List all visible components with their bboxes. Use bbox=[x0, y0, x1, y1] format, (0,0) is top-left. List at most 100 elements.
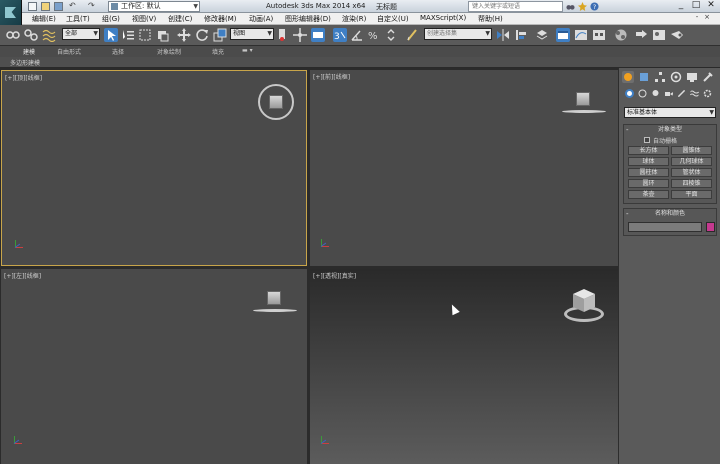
pivot-center-icon[interactable] bbox=[276, 28, 290, 42]
open-file-icon[interactable] bbox=[41, 2, 50, 11]
workspace-dropdown[interactable]: 工作区: 默认 ▼ bbox=[108, 1, 200, 12]
hierarchy-tab-icon[interactable] bbox=[654, 71, 666, 83]
pyramid-button[interactable]: 四棱锥 bbox=[671, 179, 712, 188]
space-warps-icon[interactable] bbox=[690, 89, 699, 98]
ribbon-options-button[interactable]: ▬ ▾ bbox=[242, 47, 253, 54]
plane-button[interactable]: 平面 bbox=[671, 190, 712, 199]
tab-modeling[interactable]: 建模 bbox=[23, 47, 35, 56]
viewport-front-label[interactable]: [+][前][线框] bbox=[313, 72, 350, 81]
material-editor-icon[interactable] bbox=[614, 28, 628, 42]
keyboard-shortcut-icon[interactable] bbox=[311, 28, 325, 42]
maximize-icon[interactable]: □ bbox=[689, 0, 703, 12]
viewport-left[interactable]: [+][左][线框] bbox=[1, 269, 307, 464]
binoculars-icon[interactable] bbox=[566, 2, 575, 11]
window-crossing-icon[interactable] bbox=[155, 28, 169, 42]
graphite-tools-icon[interactable] bbox=[556, 28, 570, 42]
rectangle-selection-icon[interactable] bbox=[138, 28, 152, 42]
helpers-icon[interactable] bbox=[677, 89, 686, 98]
torus-button[interactable]: 圆环 bbox=[628, 179, 669, 188]
angle-snap-icon[interactable] bbox=[350, 28, 364, 42]
autogrid-checkbox[interactable] bbox=[644, 137, 650, 143]
object-color-swatch[interactable] bbox=[706, 222, 715, 232]
box-button[interactable]: 长方体 bbox=[628, 146, 669, 155]
undo-icon[interactable]: ↶ bbox=[69, 1, 76, 10]
viewport-front[interactable]: [+][前][线框] bbox=[310, 70, 618, 266]
mirror-icon[interactable] bbox=[496, 28, 510, 42]
viewcube-icon[interactable] bbox=[258, 84, 294, 120]
layer-manager-icon[interactable] bbox=[535, 28, 549, 42]
viewport-left-label[interactable]: [+][左][线框] bbox=[4, 271, 41, 280]
geometry-icon[interactable] bbox=[625, 89, 634, 98]
tab-populate[interactable]: 填充 bbox=[212, 47, 224, 56]
menu-tools[interactable]: 工具(T) bbox=[66, 14, 90, 24]
menu-views[interactable]: 视图(V) bbox=[132, 14, 156, 24]
viewport-top-label[interactable]: [+][顶][线框] bbox=[5, 73, 42, 82]
snaps-toggle-icon[interactable]: 3 bbox=[333, 28, 347, 42]
rendered-frame-icon[interactable] bbox=[652, 28, 666, 42]
selection-filter-dropdown[interactable]: 全部 ▼ bbox=[62, 28, 100, 40]
redo-icon[interactable]: ↷ bbox=[88, 1, 95, 10]
create-tab-icon[interactable] bbox=[622, 71, 634, 83]
viewport-perspective[interactable]: [+][透视][真实] bbox=[310, 269, 618, 464]
cone-button[interactable]: 圆锥体 bbox=[671, 146, 712, 155]
tube-button[interactable]: 管状体 bbox=[671, 168, 712, 177]
display-tab-icon[interactable] bbox=[686, 71, 698, 83]
app-logo-button[interactable] bbox=[0, 0, 22, 27]
close-icon[interactable]: ✕ bbox=[704, 0, 718, 12]
tab-selection[interactable]: 选择 bbox=[112, 47, 124, 56]
menu-help[interactable]: 帮助(H) bbox=[478, 14, 503, 24]
modify-tab-icon[interactable] bbox=[638, 71, 650, 83]
reference-coordinate-dropdown[interactable]: 视图 ▼ bbox=[230, 28, 274, 40]
doc-minimize-icon[interactable]: - bbox=[692, 13, 702, 21]
render-production-icon[interactable] bbox=[670, 28, 684, 42]
bind-space-warp-icon[interactable] bbox=[42, 28, 56, 42]
object-type-header[interactable]: - 对象类型 bbox=[624, 125, 716, 135]
help-icon[interactable]: ? bbox=[590, 2, 599, 11]
menu-create[interactable]: 创建(C) bbox=[168, 14, 192, 24]
select-object-icon[interactable] bbox=[104, 28, 118, 42]
menu-modifiers[interactable]: 修改器(M) bbox=[204, 14, 237, 24]
star-icon[interactable] bbox=[578, 2, 587, 11]
viewcube-icon[interactable] bbox=[253, 291, 297, 315]
schematic-view-icon[interactable] bbox=[592, 28, 606, 42]
geosphere-button[interactable]: 几何球体 bbox=[671, 157, 712, 166]
cameras-icon[interactable] bbox=[664, 89, 673, 98]
cylinder-button[interactable]: 圆柱体 bbox=[628, 168, 669, 177]
systems-icon[interactable] bbox=[703, 89, 712, 98]
sphere-button[interactable]: 球体 bbox=[628, 157, 669, 166]
named-selection-dropdown[interactable]: 创建选择集 ▼ bbox=[424, 28, 492, 40]
scale-icon[interactable] bbox=[213, 28, 227, 42]
tab-object-paint[interactable]: 对象绘制 bbox=[157, 47, 181, 56]
viewcube-icon[interactable] bbox=[562, 92, 606, 116]
curve-editor-icon[interactable] bbox=[574, 28, 588, 42]
select-and-link-icon[interactable] bbox=[6, 28, 20, 42]
menu-group[interactable]: 组(G) bbox=[102, 14, 120, 24]
viewcube-icon[interactable] bbox=[564, 288, 606, 324]
move-icon[interactable] bbox=[177, 28, 191, 42]
menu-rendering[interactable]: 渲染(R) bbox=[342, 14, 366, 24]
minimize-icon[interactable]: _ bbox=[674, 0, 688, 12]
menu-animation[interactable]: 动画(A) bbox=[249, 14, 273, 24]
render-setup-icon[interactable] bbox=[634, 28, 648, 42]
object-name-input[interactable] bbox=[628, 222, 702, 232]
select-by-name-icon[interactable] bbox=[121, 28, 135, 42]
menu-graph-editors[interactable]: 图形编辑器(D) bbox=[285, 14, 331, 24]
shapes-icon[interactable] bbox=[638, 89, 647, 98]
primitive-category-dropdown[interactable]: 标准基本体 ▼ bbox=[624, 107, 716, 118]
viewport-top[interactable]: [+][顶][线框] bbox=[1, 70, 307, 266]
edit-named-selection-icon[interactable] bbox=[405, 28, 419, 42]
lights-icon[interactable] bbox=[651, 89, 660, 98]
save-icon[interactable] bbox=[54, 2, 63, 11]
unlink-icon[interactable] bbox=[24, 28, 38, 42]
name-color-header[interactable]: - 名称和颜色 bbox=[624, 209, 716, 219]
search-input[interactable]: 键入关键字或短语 bbox=[468, 1, 563, 12]
spinner-snap-icon[interactable] bbox=[384, 28, 398, 42]
viewport-perspective-label[interactable]: [+][透视][真实] bbox=[313, 271, 356, 280]
doc-close-icon[interactable]: × bbox=[702, 13, 712, 21]
menu-edit[interactable]: 编辑(E) bbox=[32, 14, 56, 24]
teapot-button[interactable]: 茶壶 bbox=[628, 190, 669, 199]
align-icon[interactable] bbox=[514, 28, 528, 42]
utilities-tab-icon[interactable] bbox=[702, 71, 714, 83]
new-file-icon[interactable] bbox=[28, 2, 37, 11]
menu-maxscript[interactable]: MAXScript(X) bbox=[420, 14, 466, 22]
